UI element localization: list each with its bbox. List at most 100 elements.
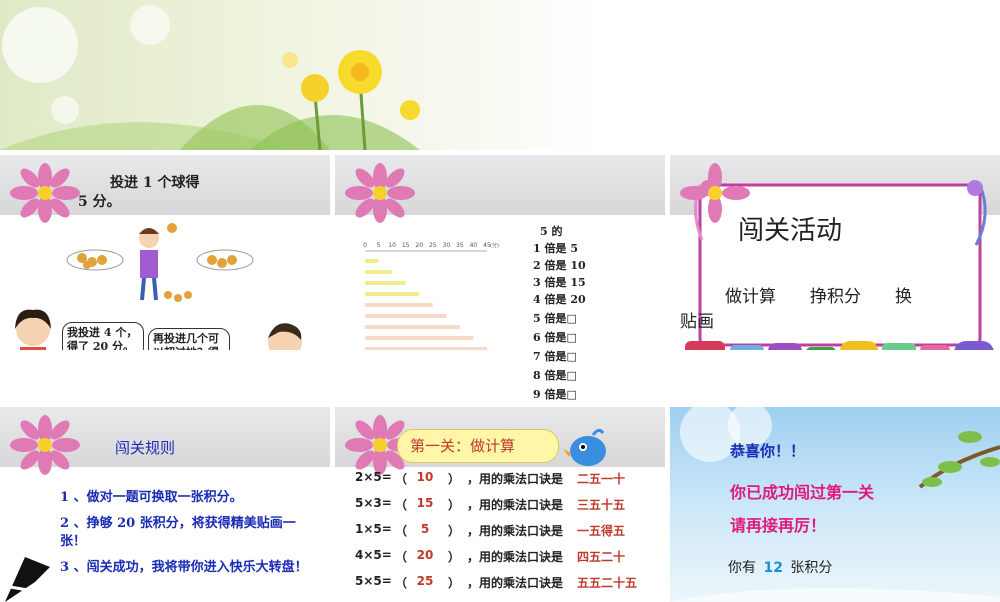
open-paren: （ [395,498,408,512]
x-tick-label: 35 [456,242,464,249]
slide3-title: 闯关活动 [738,216,843,246]
blue-bird-icon [563,428,606,466]
slide-thumbnail-2[interactable]: 0 5 10 15 20 25 30 35 40 45 (分) [335,155,665,350]
passed-text: 你已成功闯过第一关 [730,483,875,502]
boy-avatar [268,323,302,350]
calc-koujue[interactable]: 二五一十 [577,470,625,487]
x-tick-label: 15 [402,242,410,249]
header-banner [0,0,1000,150]
open-paren: （ [395,576,408,590]
rule-1: 1 、做对一题可换取一张积分。 [60,490,243,505]
tree-branch-illustration [670,407,1000,602]
calc-expression: 4×5= [355,548,392,562]
close-paren: ） [448,472,461,486]
slide3-activities: 做计算 挣积分 换 [725,287,912,307]
bar [365,325,460,329]
multiple-item: 4 倍是 20 [533,293,586,306]
girl-avatar [15,309,51,350]
points-line: 你有 12 张积分 [728,557,832,577]
calc-answer[interactable]: 10 [410,470,440,484]
calc-koujue[interactable]: 三五十五 [577,496,625,513]
multiple-item: 9 倍是□ [533,388,577,401]
calc-koujue[interactable]: 一五得五 [577,522,625,539]
calc-row: 4×5= （20 ） ，用的乘法口诀是 四五二十 [355,548,655,570]
boy-speech-bubble: 再投进几个可以超过她？得多少分? [148,328,230,350]
multiple-item: 1 倍是 5 [533,242,578,255]
slide-thumbnail-1[interactable]: 投进 1 个球得 5 分。 我投进 4 个，得了 20 分。 再投进几个可以超过… [0,155,330,350]
x-tick-label: 40 [470,242,478,249]
calc-answer[interactable]: 25 [410,574,440,588]
calc-answer[interactable]: 5 [410,522,440,536]
open-paren: （ [395,550,408,564]
x-tick-label: 0 [363,242,367,249]
black-flag-icon [5,557,50,602]
bar [365,336,474,340]
calc-row: 2×5= （10 ） ，用的乘法口诀是 二五一十 [355,470,655,492]
calc-description: ，用的乘法口诀是 [467,524,564,538]
slide-thumbnail-3[interactable]: 闯关活动 做计算 挣积分 换 贴画 [670,155,1000,350]
close-paren: ） [448,550,461,564]
calc-expression: 1×5= [355,522,392,536]
multiple-item: 8 倍是□ [533,369,577,382]
points-prefix: 你有 [728,560,756,576]
close-paren: ） [448,576,461,590]
multiple-item: 5 倍是□ [533,312,577,325]
bar [365,303,433,307]
open-paren: （ [395,472,408,486]
slide-thumbnail-6[interactable]: 恭喜你！！ 你已成功闯过第一关 请再接再厉！ 你有 12 张积分 [670,407,1000,602]
x-tick-label: 30 [443,242,451,249]
pink-flower-icon [345,163,415,223]
slide4-title: 闯关规则 [115,439,176,457]
x-tick-label: 5 [377,242,381,249]
bar [365,259,379,263]
calc-answer[interactable]: 15 [410,496,440,510]
slide-thumbnail-4[interactable]: 闯关规则 1 、做对一题可换取一张积分。 2 、挣够 20 张积分，将获得精美贴… [0,407,330,602]
close-paren: ） [448,498,461,512]
basketball-scene-illustration [66,223,254,302]
pink-flower-icon [10,415,80,475]
slide1-title-line2: 5 分。 [78,194,121,210]
open-paren: （ [395,524,408,538]
calc-description: ，用的乘法口诀是 [467,550,564,564]
calc-expression: 2×5= [355,470,392,484]
calc-answer[interactable]: 20 [410,548,440,562]
multiple-item: 2 倍是 10 [533,259,586,272]
level-title: 第一关：做计算 [410,437,516,455]
calc-koujue[interactable]: 四五二十 [577,548,625,565]
multiple-item: 6 倍是□ [533,331,577,344]
calc-expression: 5×5= [355,574,392,588]
points-suffix: 张积分 [790,560,833,576]
rule-3: 3 、闯关成功，我将带你进入快乐大转盘！ [60,560,308,575]
bar [365,270,393,274]
points-value: 12 [763,560,783,576]
close-paren: ） [448,524,461,538]
bar [365,292,420,296]
pink-flower-icon [10,163,80,223]
slide1-title-line1: 投进 1 个球得 [110,175,200,191]
calc-row: 5×5= （25 ） ，用的乘法口诀是 五五二十五 [355,574,655,596]
multiples-bar-chart: 0 5 10 15 20 25 30 35 40 45 (分) [363,242,499,350]
girl-speech-bubble: 我投进 4 个，得了 20 分。 [62,322,144,350]
slide3-activities-tail: 贴画 [680,312,714,332]
bar [365,347,487,350]
multiple-item: 7 倍是□ [533,350,577,363]
congrats-text: 恭喜你！！ [730,442,806,460]
calc-koujue[interactable]: 五五二十五 [577,574,637,591]
calc-description: ，用的乘法口诀是 [467,472,564,486]
rule-2: 2 、挣够 20 张积分，将获得精美贴画一张！ [60,516,296,549]
calc-description: ，用的乘法口诀是 [467,576,564,590]
bar [365,314,447,318]
multiple-item: 3 倍是 15 [533,276,586,289]
bar [365,281,406,285]
calc-description: ，用的乘法口诀是 [467,498,564,512]
multiples-header: 5 的 [540,225,563,238]
dandelion-flower-illustration [0,5,420,150]
encourage-text: 请再接再厉！ [730,516,827,535]
x-tick-label: 10 [388,242,396,249]
x-tick-label: 25 [429,242,437,249]
calc-expression: 5×3= [355,496,392,510]
handbags-illustration [685,341,994,350]
calc-row: 5×3= （15 ） ，用的乘法口诀是 三五十五 [355,496,655,518]
x-tick-label: 20 [415,242,423,249]
calc-row: 1×5= （5 ） ，用的乘法口诀是 一五得五 [355,522,655,544]
